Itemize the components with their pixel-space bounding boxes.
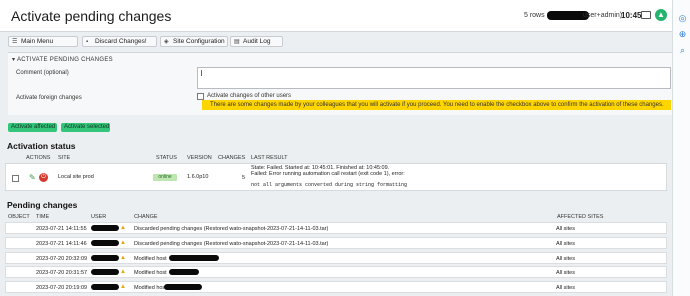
activate-affected-button[interactable]: Activate affected [8,123,57,132]
warning-icon: ▲ [120,269,126,275]
site-configuration-button[interactable]: ◈ Site Configuration [160,36,228,47]
col-affected-sites: AFFECTED SITES [557,214,604,220]
col-site: SITE [58,155,71,161]
col-version: VERSION [187,155,212,161]
warning-icon: ▲ [120,225,126,231]
edit-icon[interactable]: ✎ [29,173,36,182]
foreign-changes-label: Activate foreign changes [16,95,82,101]
change-time: 2023-07-20 20:31:57 [36,270,88,276]
change-time: 2023-07-20 20:32:09 [36,256,88,262]
redacted-host [169,269,199,275]
redacted-user [91,255,119,261]
affected-sites: All sites [556,241,575,247]
table-row[interactable]: 2023-07-21 14:11:55 ▲ Discarded pending … [5,222,667,234]
power-icon[interactable]: ⏻ [39,173,48,182]
redacted-user [91,225,119,231]
table-row[interactable]: 2023-07-20 20:31:57 ▲ Modified host All … [5,266,667,278]
col-user: USER [91,214,107,220]
search-icon[interactable]: ⌕ [678,46,687,55]
col-changes: CHANGES [218,155,246,161]
activate-panel: ▾ ACTIVATE PENDING CHANGES Comment (opti… [8,52,672,115]
comment-input[interactable] [197,67,671,89]
result-line-3: not all arguments converted during strin… [251,182,408,188]
activation-status-heading: Activation status [7,141,76,151]
affected-sites: All sites [556,270,575,276]
change-text: Modified host [134,285,167,291]
monitor-icon[interactable] [641,11,651,19]
comment-label: Comment (optional) [16,70,69,76]
row-count: 5 rows [524,12,545,19]
globe-icon[interactable]: ◎ [678,14,687,23]
affected-sites: All sites [556,226,575,232]
discard-label: Discard Changes! [95,38,147,45]
warning-message: There are some changes made by your coll… [202,100,671,110]
table-row[interactable]: 2023-07-20 20:19:09 ▲ Modified host All … [5,281,667,293]
audit-log-label: Audit Log [243,38,271,45]
site-checkbox[interactable] [12,175,19,182]
site-changes: 5 [242,175,246,181]
col-time: TIME [36,214,50,220]
status-badge: online [153,174,177,181]
text-cursor [201,70,202,76]
change-text: Modified host [134,270,167,276]
col-last-result: LAST RESULT [251,155,288,161]
other-users-checkbox[interactable] [197,93,204,100]
other-users-label: Activate changes of other users [207,93,292,99]
redacted-host [164,284,202,290]
page: Activate pending changes 5 rows user+adm… [0,0,672,296]
clock: 10:45 [621,11,642,20]
col-change: CHANGE [134,214,158,220]
col-actions: ACTIONS [26,155,51,161]
site-config-label: Site Configuration [173,38,225,45]
redacted-user [91,240,119,246]
affected-sites: All sites [556,285,575,291]
table-row[interactable]: 2023-07-21 14:11:46 ▲ Discarded pending … [5,237,667,249]
log-icon: ▤ [234,39,240,45]
change-text: Modified host [134,256,167,262]
result-line-2: Failed: Error running automation call re… [251,171,405,177]
main-menu-button[interactable]: ☰ Main Menu [8,36,78,47]
panel-heading[interactable]: ▾ ACTIVATE PENDING CHANGES [12,56,113,63]
pending-changes-heading: Pending changes [7,200,78,210]
change-time: 2023-07-20 20:19:09 [36,285,88,291]
sites-icon: ◈ [164,39,169,45]
page-title: Activate pending changes [11,8,172,24]
menu-icon: ☰ [12,39,18,45]
col-status: STATUS [156,155,177,161]
plus-icon[interactable]: ⊕ [678,30,687,39]
activate-selected-button[interactable]: Activate selected [61,123,110,132]
site-name: Local site prod [58,174,94,180]
change-text: Discarded pending changes (Restored wato… [134,241,329,247]
site-row: ✎ ⏻ Local site prod online 1.6.0p10 5 St… [5,163,667,191]
change-time: 2023-07-21 14:11:46 [36,241,87,247]
trash-icon: ▪ [86,39,89,45]
affected-sites: All sites [556,256,575,262]
user-role: user+admin) [583,12,623,19]
main-menu-label: Main Menu [21,38,54,45]
warning-icon: ▲ [120,284,126,290]
change-text: Discarded pending changes (Restored wato… [134,226,329,232]
warning-icon: ▲ [120,255,126,261]
redacted-user [91,269,119,275]
col-object: OBJECT [8,214,30,220]
site-version: 1.6.0p10 [187,174,209,180]
redacted-host [169,255,219,261]
table-row[interactable]: 2023-07-20 20:32:09 ▲ Modified host All … [5,252,667,264]
discard-changes-button[interactable]: ▪ Discard Changes! [82,36,157,47]
title-bar: Activate pending changes 5 rows user+adm… [0,0,672,32]
side-toolbar: ◎ ⊕ ⌕ [672,0,690,296]
arrow-up-icon[interactable]: ▲ [655,9,667,21]
audit-log-button[interactable]: ▤ Audit Log [230,36,283,47]
warning-icon: ▲ [120,240,126,246]
redacted-user [91,284,119,290]
change-time: 2023-07-21 14:11:55 [36,226,87,232]
